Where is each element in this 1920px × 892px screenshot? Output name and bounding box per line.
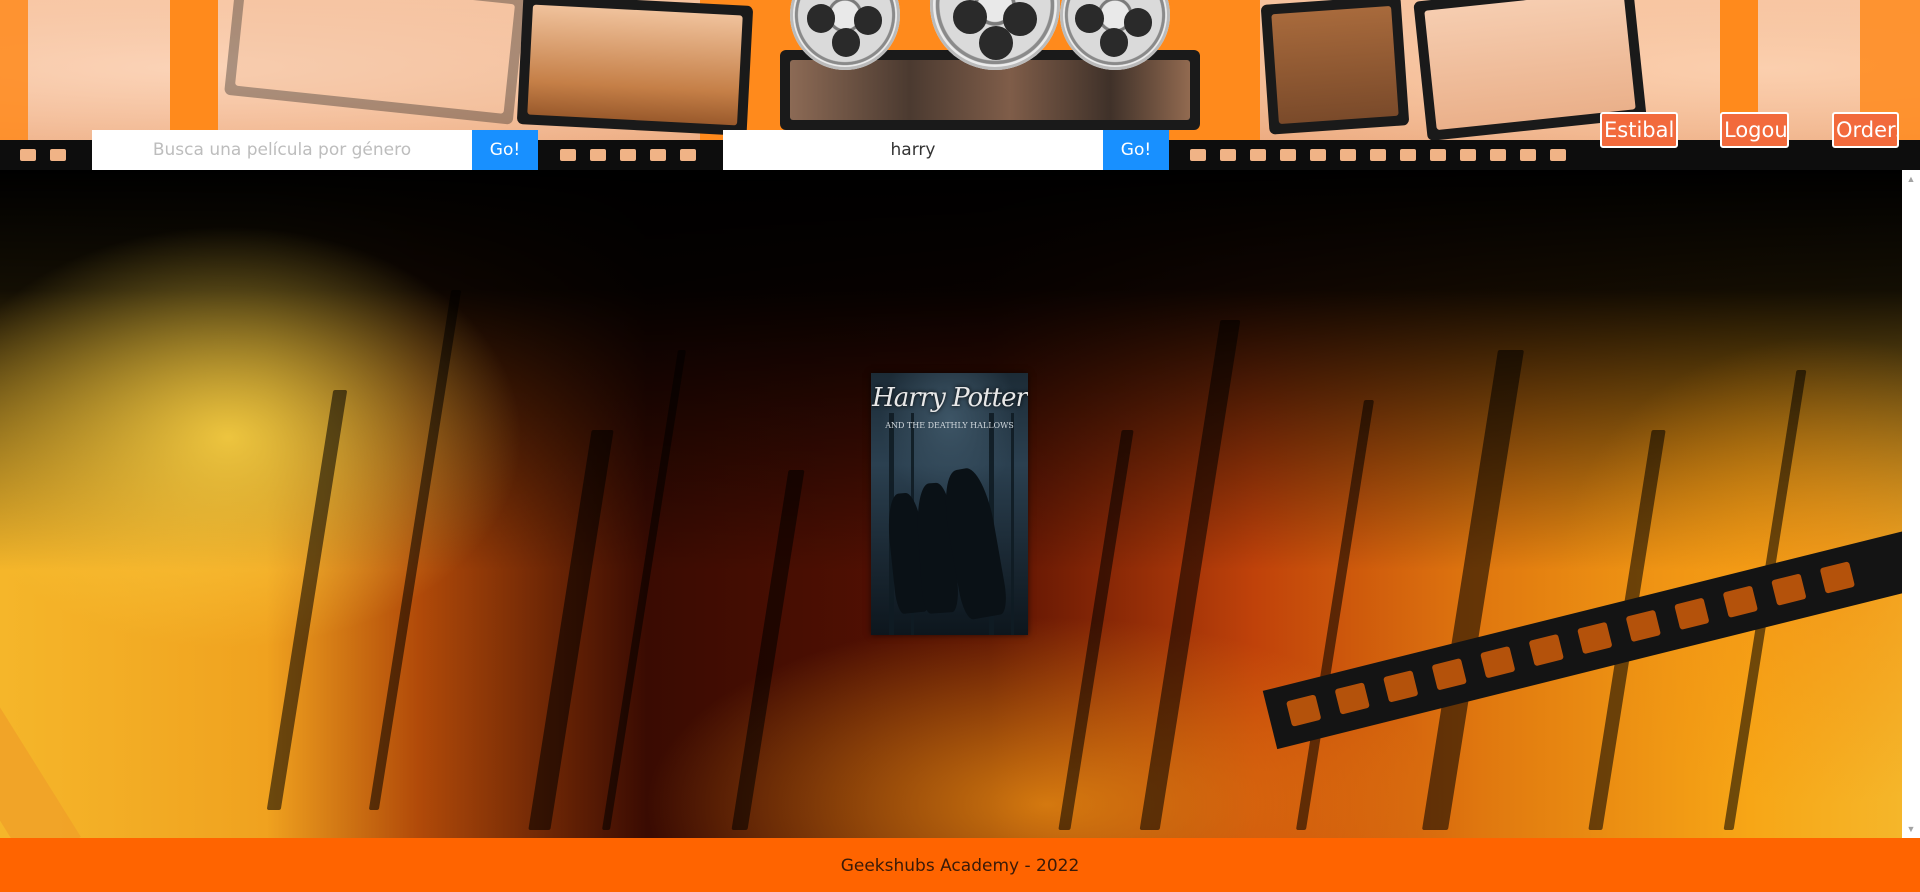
user-profile-button[interactable]: Estibaliz [1600, 112, 1678, 148]
scrollbar[interactable]: ▲ ▼ [1902, 170, 1920, 838]
genre-search-go-button[interactable]: Go! [472, 130, 538, 170]
footer: Geekshubs Academy - 2022 [0, 838, 1920, 892]
footer-text: Geekshubs Academy - 2022 [840, 856, 1080, 876]
title-search-input[interactable] [723, 130, 1103, 170]
triangle-up-icon[interactable]: ▲ [1902, 170, 1920, 188]
header-film-frame [1260, 0, 1410, 135]
poster-subtitle: AND THE DEATHLY HALLOWS [885, 421, 1014, 430]
title-search: Go! [723, 130, 1169, 170]
genre-search: Go! [92, 130, 538, 170]
movie-poster-card[interactable]: Harry Potter AND THE DEATHLY HALLOWS [871, 373, 1028, 635]
genre-search-input[interactable] [92, 130, 472, 170]
poster-title: Harry Potter [872, 383, 1028, 413]
logout-button[interactable]: Logout [1720, 112, 1789, 148]
triangle-down-icon[interactable]: ▼ [1902, 820, 1920, 838]
header-film-frame [516, 0, 754, 136]
title-search-go-button[interactable]: Go! [1103, 130, 1169, 170]
header-banner: Go! Go! Estibaliz Logout Orders [0, 0, 1920, 170]
results-area: Harry Potter AND THE DEATHLY HALLOWS ▲ ▼ [0, 170, 1920, 838]
orders-button[interactable]: Orders [1832, 112, 1899, 148]
